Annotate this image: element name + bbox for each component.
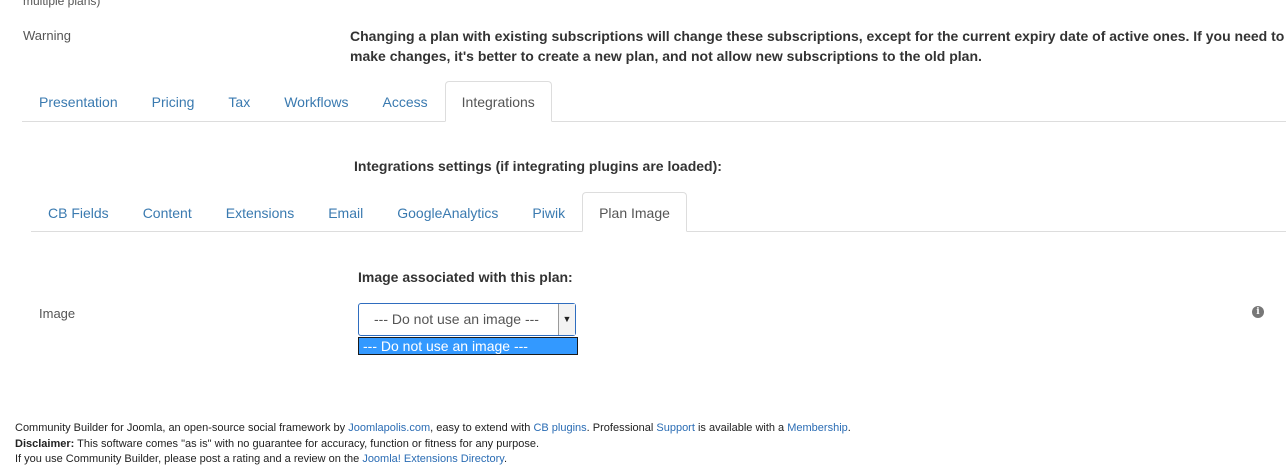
disclaimer-text: This software comes "as is" with no guar…	[74, 437, 540, 450]
image-select-dropdown: --- Do not use an image ---	[358, 337, 578, 355]
chevron-down-icon[interactable]: ▼	[558, 304, 575, 335]
footer: Community Builder for Joomla, an open-so…	[15, 421, 851, 468]
jed-link[interactable]: Joomla! Extensions Directory	[362, 453, 504, 465]
membership-link[interactable]: Membership	[787, 422, 848, 434]
integrations-tabs: CB Fields Content Extensions Email Googl…	[31, 192, 1286, 232]
tab-workflows[interactable]: Workflows	[267, 81, 365, 122]
tab-presentation[interactable]: Presentation	[22, 81, 135, 122]
info-circle-icon[interactable]: i	[1252, 306, 1264, 318]
plan-image-heading: Image associated with this plan:	[358, 269, 573, 285]
footer-text: .	[503, 453, 507, 465]
tab-piwik[interactable]: Piwik	[515, 192, 582, 232]
footer-line-2: Disclaimer: This software comes "as is" …	[15, 437, 851, 453]
tab-integrations[interactable]: Integrations	[444, 81, 552, 122]
joomlapolis-link[interactable]: Joomlapolis.com	[348, 422, 430, 434]
footer-text: If you use Community Builder, please pos…	[15, 453, 363, 465]
main-tabs: Presentation Pricing Tax Workflows Acces…	[22, 81, 1286, 122]
tab-plan-image[interactable]: Plan Image	[582, 192, 687, 232]
image-field-label: Image	[39, 306, 76, 321]
footer-text: Community Builder for Joomla, an open-so…	[15, 422, 349, 434]
footer-text: .	[847, 422, 851, 434]
tab-pricing[interactable]: Pricing	[135, 81, 212, 122]
tab-googleanalytics[interactable]: GoogleAnalytics	[380, 192, 515, 232]
footer-line-1: Community Builder for Joomla, an open-so…	[15, 421, 851, 437]
tab-email[interactable]: Email	[311, 192, 380, 232]
warning-label: Warning	[23, 28, 71, 43]
integrations-heading: Integrations settings (if integrating pl…	[354, 158, 722, 174]
tab-cb-fields[interactable]: CB Fields	[31, 192, 126, 232]
footer-text: , easy to extend with	[430, 422, 534, 434]
tab-content[interactable]: Content	[126, 192, 209, 232]
tab-tax[interactable]: Tax	[211, 81, 267, 122]
disclaimer-label: Disclaimer:	[15, 437, 75, 450]
image-select[interactable]: --- Do not use an image --- ▼	[358, 303, 576, 336]
tab-access[interactable]: Access	[366, 81, 445, 122]
image-select-value: --- Do not use an image ---	[374, 311, 539, 327]
footer-line-3: If you use Community Builder, please pos…	[15, 452, 851, 468]
warning-text: Changing a plan with existing subscripti…	[350, 28, 1285, 64]
tab-extensions[interactable]: Extensions	[209, 192, 311, 232]
cut-off-field-label: multiple plans)	[23, 0, 101, 8]
footer-text: . Professional	[586, 422, 657, 434]
image-option[interactable]: --- Do not use an image ---	[359, 338, 577, 354]
footer-text: is available with a	[694, 422, 788, 434]
cb-plugins-link[interactable]: CB plugins	[533, 422, 586, 434]
support-link[interactable]: Support	[656, 422, 695, 434]
